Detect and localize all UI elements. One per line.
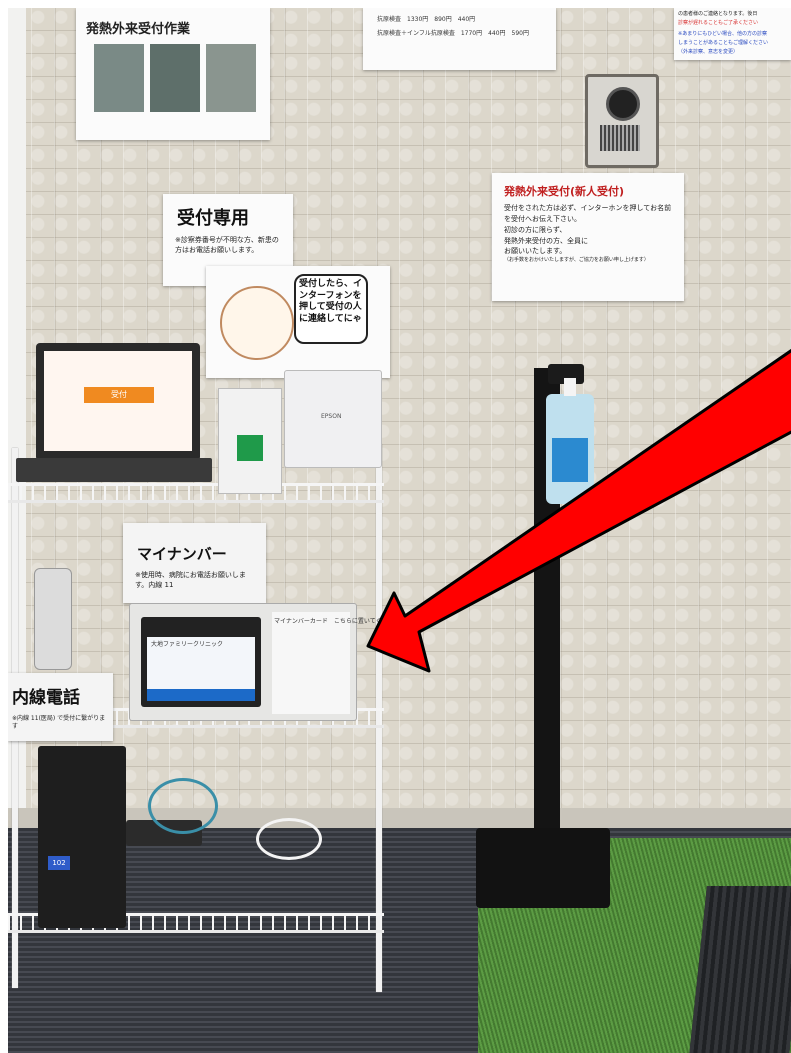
photo-scene: 発熱外来受付作業 抗原検査 1330円 890円 440円 抗原検査＋インフル抗… xyxy=(8,8,791,1053)
red-arrow-shape xyxy=(366,348,791,673)
red-arrow-annotation xyxy=(366,348,791,673)
